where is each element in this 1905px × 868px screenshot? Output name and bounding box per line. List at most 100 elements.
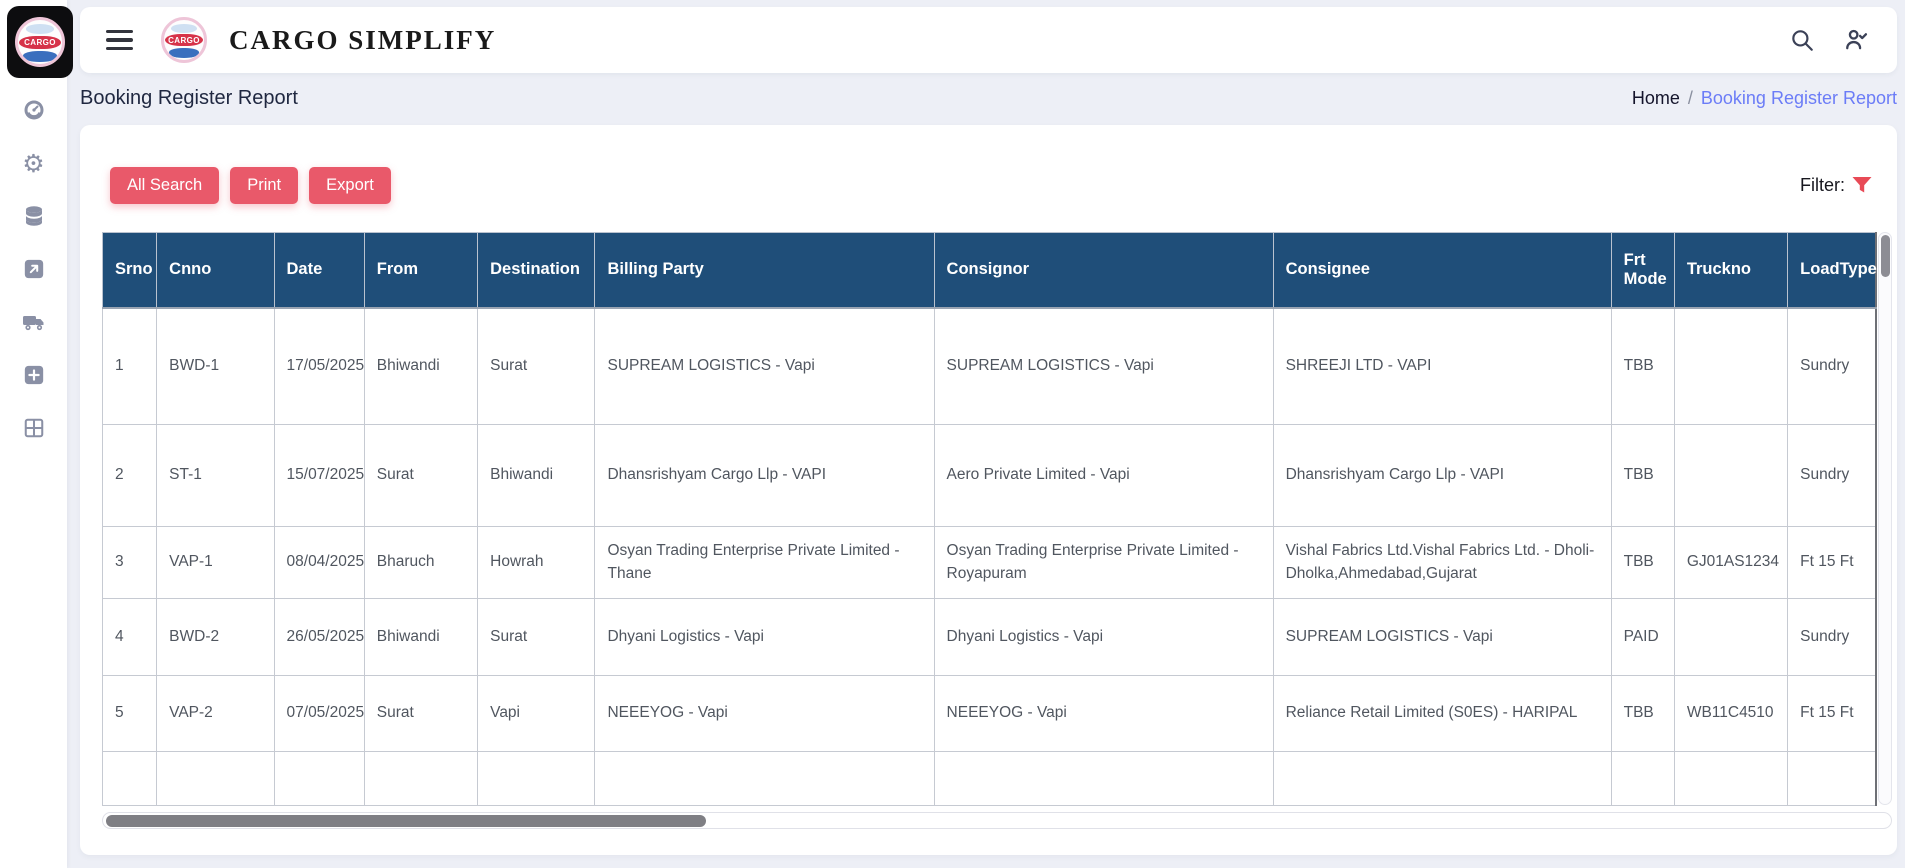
vertical-scrollbar-thumb[interactable] (1881, 235, 1890, 277)
table-cell: 1 (103, 308, 157, 425)
page-title: Booking Register Report (80, 87, 298, 110)
filter-funnel-icon[interactable] (1849, 173, 1875, 197)
table-column-header: Consignee (1273, 233, 1611, 308)
table-cell: Surat (478, 599, 595, 676)
table-cell: Reliance Retail Limited (S0ES) - HARIPAL (1273, 676, 1611, 752)
table-column-header: Cnno (157, 233, 274, 308)
table-cell: Osyan Trading Enterprise Private Limited… (934, 527, 1273, 599)
booking-register-table: SrnoCnnoDateFromDestinationBilling Party… (102, 232, 1877, 806)
sidebar: ⚙ (0, 0, 67, 868)
table-cell: 3 (103, 527, 157, 599)
table-cell: Howrah (478, 527, 595, 599)
table-cell: VAP-2 (157, 676, 274, 752)
table-cell (1674, 425, 1787, 527)
table-cell: BWD-1 (157, 308, 274, 425)
table-zone: SrnoCnnoDateFromDestinationBilling Party… (102, 232, 1892, 829)
print-button[interactable]: Print (230, 167, 298, 204)
table-column-header: Billing Party (595, 233, 934, 308)
app-logo-box[interactable]: CARGO (7, 6, 73, 78)
table-cell: Surat (478, 308, 595, 425)
table-cell (1674, 308, 1787, 425)
table-cell: BWD-2 (157, 599, 274, 676)
external-link-icon (23, 258, 45, 280)
all-search-button[interactable]: All Search (110, 167, 219, 204)
table-cell: 26/05/2025 (274, 599, 364, 676)
table-cell: Aero Private Limited - Vapi (934, 425, 1273, 527)
table-cell (1611, 752, 1674, 806)
table-cell: PAID (1611, 599, 1674, 676)
table-cell (1273, 752, 1611, 806)
table-row[interactable]: 5VAP-207/05/2025SuratVapiNEEEYOG - VapiN… (103, 676, 1877, 752)
user-check-icon[interactable] (1841, 25, 1871, 55)
table-column-header: From (364, 233, 477, 308)
table-cell: Dhyani Logistics - Vapi (595, 599, 934, 676)
table-column-header: Destination (478, 233, 595, 308)
breadcrumb-home-link[interactable]: Home (1632, 88, 1680, 109)
table-column-header: Date (274, 233, 364, 308)
sidebar-item-add[interactable] (20, 361, 48, 389)
table-cell: 5 (103, 676, 157, 752)
table-cell: SUPREAM LOGISTICS - Vapi (595, 308, 934, 425)
table-cell: Dhyani Logistics - Vapi (934, 599, 1273, 676)
horizontal-scrollbar[interactable] (102, 812, 1892, 829)
truck-icon (21, 309, 47, 335)
table-cell: NEEEYOG - Vapi (934, 676, 1273, 752)
table-cell: Surat (364, 425, 477, 527)
cargo-logo: CARGO (15, 17, 65, 67)
hamburger-menu-icon[interactable] (106, 30, 133, 50)
vertical-scrollbar[interactable] (1878, 232, 1892, 805)
table-cell (478, 752, 595, 806)
table-cell (157, 752, 274, 806)
table-row[interactable]: 3VAP-108/04/2025BharuchHowrahOsyan Tradi… (103, 527, 1877, 599)
settings-gear-icon: ⚙ (22, 151, 44, 176)
add-plus-icon (23, 364, 45, 386)
table-column-header: Truckno (1674, 233, 1787, 308)
sidebar-item-external[interactable] (20, 255, 48, 283)
grid-icon (23, 417, 45, 439)
table-cell: SHREEJI LTD - VAPI (1273, 308, 1611, 425)
horizontal-scrollbar-thumb[interactable] (106, 815, 706, 827)
table-cell: Bhiwandi (364, 308, 477, 425)
cargo-logo-text: CARGO (165, 34, 203, 46)
table-cell: NEEEYOG - Vapi (595, 676, 934, 752)
table-cell: Osyan Trading Enterprise Private Limited… (595, 527, 934, 599)
table-cell: 2 (103, 425, 157, 527)
table-row[interactable]: 1BWD-117/05/2025BhiwandiSuratSUPREAM LOG… (103, 308, 1877, 425)
table-header-row: SrnoCnnoDateFromDestinationBilling Party… (103, 233, 1877, 308)
sidebar-item-grid[interactable] (20, 414, 48, 442)
table-cell: SUPREAM LOGISTICS - Vapi (934, 308, 1273, 425)
table-cell (1788, 752, 1876, 806)
table-cell: 07/05/2025 (274, 676, 364, 752)
table-cell: TBB (1611, 676, 1674, 752)
toolbar: All Search Print Export Filter: (110, 165, 1875, 205)
export-button[interactable]: Export (309, 167, 391, 204)
table-cell (364, 752, 477, 806)
table-cell: Dhansrishyam Cargo Llp - VAPI (1273, 425, 1611, 527)
table-cell: 4 (103, 599, 157, 676)
table-cell: Sundry (1788, 308, 1876, 425)
cargo-logo: CARGO (161, 17, 207, 63)
table-cell: 08/04/2025 (274, 527, 364, 599)
table-cell: Bhiwandi (364, 599, 477, 676)
table-body: 1BWD-117/05/2025BhiwandiSuratSUPREAM LOG… (103, 308, 1877, 806)
breadcrumb-current-link[interactable]: Booking Register Report (1701, 88, 1897, 109)
table-column-header: LoadType (1788, 233, 1876, 308)
cargo-logo-text: CARGO (19, 36, 60, 49)
sidebar-item-truck[interactable] (20, 308, 48, 336)
top-header-bar: CARGO CARGO SIMPLIFY (80, 7, 1897, 73)
table-row[interactable] (103, 752, 1877, 806)
table-cell: Ft 15 Ft (1788, 527, 1876, 599)
table-row[interactable]: 2ST-115/07/2025SuratBhiwandiDhansrishyam… (103, 425, 1877, 527)
database-icon (22, 204, 46, 228)
sidebar-item-settings[interactable]: ⚙ (20, 149, 48, 177)
table-row[interactable]: 4BWD-226/05/2025BhiwandiSuratDhyani Logi… (103, 599, 1877, 676)
content-card: All Search Print Export Filter: SrnoCnno… (80, 125, 1897, 855)
search-icon[interactable] (1787, 25, 1817, 55)
filter-label: Filter: (1800, 175, 1845, 196)
table-cell: VAP-1 (157, 527, 274, 599)
table-cell (934, 752, 1273, 806)
sidebar-item-dashboard[interactable] (20, 96, 48, 124)
table-cell: ST-1 (157, 425, 274, 527)
sidebar-item-database[interactable] (20, 202, 48, 230)
table-cell: WB11C4510 (1674, 676, 1787, 752)
